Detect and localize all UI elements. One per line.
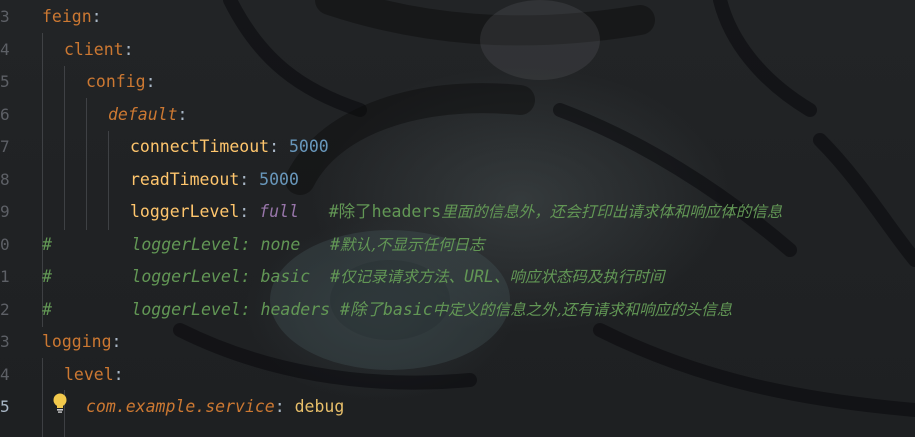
code-line[interactable]: feign: (42, 1, 102, 33)
yaml-key: readTimeout (130, 170, 240, 189)
line-number: 7 (0, 137, 10, 156)
commented-code: loggerLevel: none (51, 235, 331, 254)
comment-code: basic (382, 300, 433, 319)
code-line[interactable]: # loggerLevel: none #默认,不显示任何日志 (42, 229, 484, 261)
yaml-colon: : (123, 40, 134, 59)
line-number: 4 (0, 40, 10, 59)
indent-guide (64, 66, 65, 230)
code-line[interactable]: level: (64, 359, 124, 391)
yaml-key: logging (42, 332, 112, 351)
code-editor[interactable]: 3 4 5 6 7 8 9 0 1 2 3 4 5 feign: client:… (0, 0, 915, 437)
commented-code: loggerLevel: basic (51, 267, 331, 286)
line-number: 3 (0, 7, 10, 26)
yaml-colon: : (91, 7, 102, 26)
yaml-colon: : (111, 332, 122, 351)
code-line[interactable]: connectTimeout: 5000 (130, 131, 329, 163)
yaml-enum-value: full (259, 202, 299, 221)
comment-hash: #除了 (340, 300, 383, 319)
line-number: 1 (0, 267, 10, 286)
comment-hash: # (42, 267, 52, 286)
current-line-number: 5 (0, 397, 10, 416)
code-line[interactable]: config: (86, 66, 156, 98)
comment-hash: # (330, 235, 341, 254)
comment-text: 默认,不显示任何日志 (340, 236, 485, 254)
comment-hash: # (330, 267, 341, 286)
commented-code: loggerLevel: headers (51, 300, 341, 319)
yaml-number-value: 5000 (259, 170, 299, 189)
line-number: 9 (0, 202, 10, 221)
yaml-key: feign (42, 7, 92, 26)
comment-text: 仅记录请求方法、 (340, 268, 465, 286)
code-line[interactable]: client: (64, 34, 134, 66)
line-number-gutter: 3 4 5 6 7 8 9 0 1 2 3 4 5 (0, 0, 16, 437)
line-number: 8 (0, 170, 10, 189)
line-number: 2 (0, 300, 10, 319)
yaml-key: level (64, 365, 114, 384)
code-line[interactable]: # loggerLevel: headers #除了basic中定义的信息之外,… (42, 294, 732, 326)
yaml-number-value: 5000 (288, 137, 329, 156)
yaml-colon: : (145, 72, 156, 91)
yaml-string-value: debug (294, 397, 345, 416)
comment-hash: # (42, 300, 52, 319)
comment-hash: # (42, 235, 52, 254)
yaml-key: client (64, 40, 124, 59)
line-number: 6 (0, 105, 10, 124)
code-line[interactable]: readTimeout: 5000 (130, 164, 299, 196)
code-line[interactable]: default: (108, 99, 187, 131)
code-line-current[interactable]: com.example.service: debug (86, 391, 344, 423)
yaml-colon: : (177, 105, 188, 124)
yaml-key: default (108, 105, 178, 124)
comment-code: headers (371, 202, 442, 221)
comment-code: URL (464, 267, 494, 286)
indent-guide (42, 358, 43, 437)
code-line[interactable]: # loggerLevel: basic #仅记录请求方法、URL、响应状态码及… (42, 261, 664, 293)
yaml-key: config (86, 72, 146, 91)
line-number: 5 (0, 72, 10, 91)
yaml-colon: : (239, 170, 260, 189)
yaml-key: connectTimeout (130, 137, 270, 156)
yaml-colon: : (269, 137, 289, 156)
indent-guide (86, 98, 87, 230)
code-line[interactable]: logging: (42, 326, 121, 358)
code-line[interactable]: loggerLevel: full #除了headers里面的信息外，还会打印出… (130, 196, 782, 228)
yaml-colon: : (113, 365, 124, 384)
comment-text: 中定义的信息之外,还有请求和响应的头信息 (432, 301, 733, 319)
comment-text: 里面的信息外，还会打印出请求体和响应体的信息 (441, 203, 783, 221)
comment-hash: #除了 (328, 202, 372, 221)
lightbulb-icon[interactable] (51, 392, 69, 414)
line-number: 4 (0, 365, 10, 384)
line-number: 3 (0, 332, 10, 351)
comment-text: 、响应状态码及执行时间 (493, 268, 665, 286)
yaml-colon: : (274, 397, 295, 416)
yaml-colon: : (239, 202, 260, 221)
line-number: 0 (0, 235, 10, 254)
yaml-key: com.example.service (86, 397, 275, 416)
indent-guide (108, 131, 109, 230)
yaml-key: loggerLevel (130, 202, 240, 221)
